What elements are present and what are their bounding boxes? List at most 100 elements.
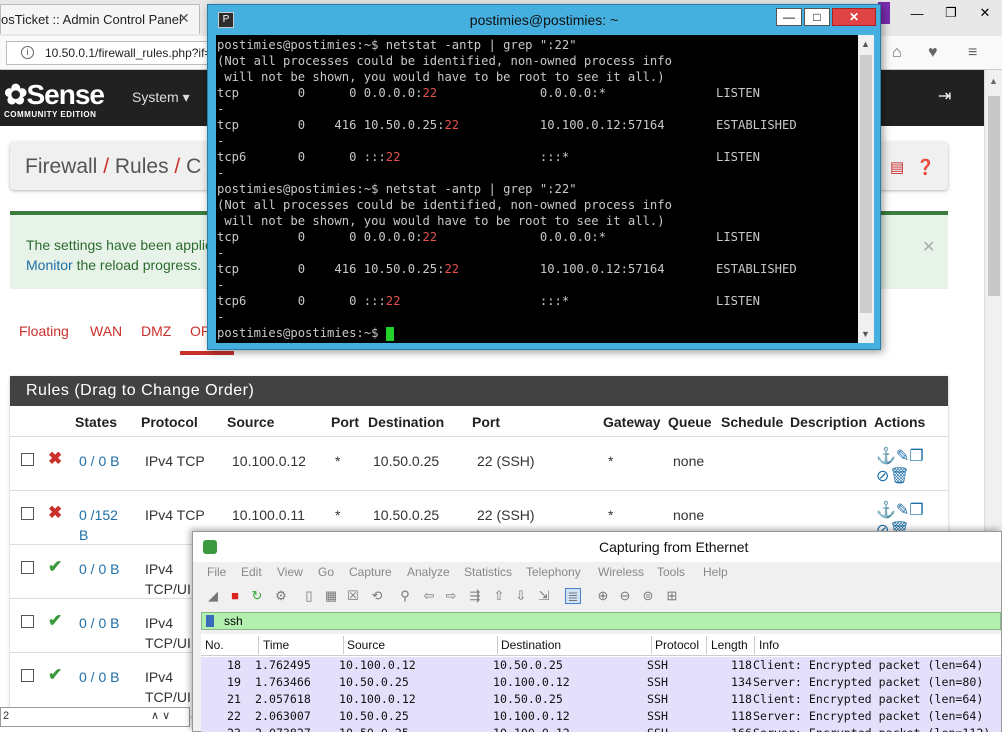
rule-states[interactable]: 0 / 0 B xyxy=(79,667,119,687)
url-bar[interactable]: i 10.50.0.1/firewall_rules.php?if= xyxy=(6,41,216,65)
col-no[interactable]: No. xyxy=(205,638,224,652)
rule-states[interactable]: 0 / 0 B xyxy=(79,559,119,579)
restore-icon[interactable]: ❐ xyxy=(934,2,968,24)
pass-icon[interactable]: ✔ xyxy=(48,611,62,631)
filter-bookmark-icon[interactable] xyxy=(206,615,214,627)
wireshark-titlebar[interactable]: Capturing from Ethernet xyxy=(193,532,1001,562)
rule-checkbox[interactable] xyxy=(21,507,34,520)
go-to-packet-icon[interactable]: ⇶ xyxy=(467,588,483,604)
disable-icon[interactable]: ⊘ xyxy=(876,468,889,485)
packet-row[interactable]: 21 2.057618 10.100.0.12 10.50.0.25 SSH 118 Cli… xyxy=(201,691,1001,708)
menu-statistics[interactable]: Statistics xyxy=(464,565,512,579)
tab-dmz[interactable]: DMZ xyxy=(141,323,171,339)
anchor-icon[interactable]: ⚓ xyxy=(876,502,896,519)
terminal-minimize-icon[interactable]: — xyxy=(776,8,802,26)
hamburger-menu-icon[interactable]: ≡ xyxy=(968,44,977,62)
menu-telephony[interactable]: Telephony xyxy=(526,565,581,579)
start-capture-icon[interactable]: ◢ xyxy=(205,588,221,604)
col-length[interactable]: Length xyxy=(711,638,748,652)
rule-states[interactable]: 0 / 0 B xyxy=(79,613,119,633)
zoom-normal-icon[interactable]: ⊜ xyxy=(640,588,656,604)
menu-capture[interactable]: Capture xyxy=(349,565,392,579)
anchor-icon[interactable]: ⚓ xyxy=(876,448,896,465)
wireshark-window[interactable]: Capturing from Ethernet File Edit View G… xyxy=(192,531,1002,732)
rule-checkbox[interactable] xyxy=(21,615,34,628)
terminal-scroll-thumb[interactable] xyxy=(860,55,872,313)
capture-options-icon[interactable]: ⚙ xyxy=(273,588,289,604)
go-forward-icon[interactable]: ⇨ xyxy=(443,588,459,604)
rule-states[interactable]: 0 / 0 B xyxy=(79,451,119,471)
go-back-icon[interactable]: ⇦ xyxy=(421,588,437,604)
breadcrumb-firewall[interactable]: Firewall xyxy=(25,155,97,178)
tab-wan[interactable]: WAN xyxy=(90,323,122,339)
home-icon[interactable]: ⌂ xyxy=(892,44,902,62)
block-icon[interactable]: ✖ xyxy=(48,449,62,469)
open-file-icon[interactable]: ▯ xyxy=(301,588,317,604)
edit-icon[interactable]: ✎ xyxy=(896,448,909,465)
copy-icon[interactable]: ❐ xyxy=(909,502,923,519)
terminal-titlebar[interactable]: P postimies@postimies: ~ — □ ✕ xyxy=(208,5,880,35)
pfsense-logo[interactable]: ✿Sense xyxy=(4,78,105,111)
packet-row[interactable]: 18 1.762495 10.100.0.12 10.50.0.25 SSH 118 Cli… xyxy=(201,657,1001,674)
first-packet-icon[interactable]: ⇧ xyxy=(491,588,507,604)
rule-row[interactable]: ✖ 0 / 0 B IPv4 TCP 10.100.0.12 * 10.50.0… xyxy=(10,436,948,490)
find-bar-input[interactable]: 2 ∧ ∨ xyxy=(0,707,190,727)
col-info[interactable]: Info xyxy=(759,638,779,652)
help-icon[interactable]: ❓ xyxy=(916,159,935,176)
menu-go[interactable]: Go xyxy=(318,565,334,579)
terminal-maximize-icon[interactable]: □ xyxy=(804,8,830,26)
menu-tools[interactable]: Tools xyxy=(657,565,685,579)
zoom-in-icon[interactable]: ⊕ xyxy=(595,588,611,604)
find-bar-arrows[interactable]: ∧ ∨ xyxy=(151,709,170,722)
tab-close-icon[interactable]: ✕ xyxy=(178,10,190,27)
stop-capture-icon[interactable]: ■ xyxy=(227,588,243,604)
terminal-window[interactable]: P postimies@postimies: ~ — □ ✕ postimies… xyxy=(207,4,881,350)
menu-wireless[interactable]: Wireless xyxy=(598,565,644,579)
packet-row[interactable]: 23 2.073827 10.50.0.25 10.100.0.12 SSH 166Ser… xyxy=(201,725,1001,732)
resize-columns-icon[interactable]: ⊞ xyxy=(664,588,680,604)
alert-close-icon[interactable]: ✕ xyxy=(922,237,935,257)
breadcrumb-rules[interactable]: Rules xyxy=(115,155,169,178)
scroll-thumb[interactable] xyxy=(988,96,1000,296)
zoom-out-icon[interactable]: ⊖ xyxy=(617,588,633,604)
copy-icon[interactable]: ❐ xyxy=(909,448,923,465)
reload-file-icon[interactable]: ⟲ xyxy=(369,588,385,604)
menu-file[interactable]: File xyxy=(207,565,226,579)
menu-system[interactable]: System ▾ xyxy=(132,89,190,106)
pass-icon[interactable]: ✔ xyxy=(48,665,62,685)
close-file-icon[interactable]: ☒ xyxy=(345,588,361,604)
col-source[interactable]: Source xyxy=(347,638,385,652)
menu-analyze[interactable]: Analyze xyxy=(407,565,450,579)
tab-floating[interactable]: Floating xyxy=(19,323,69,339)
col-time[interactable]: Time xyxy=(263,638,289,652)
rule-checkbox[interactable] xyxy=(21,669,34,682)
close-icon[interactable]: ✕ xyxy=(968,2,1002,24)
block-icon[interactable]: ✖ xyxy=(48,503,62,523)
terminal-scrollbar[interactable]: ▲ ▼ xyxy=(858,35,874,343)
pocket-icon[interactable]: ♥ xyxy=(928,44,938,62)
rule-checkbox[interactable] xyxy=(21,561,34,574)
packet-row[interactable]: 19 1.763466 10.50.0.25 10.100.0.12 SSH 134 Ser… xyxy=(201,674,1001,691)
rule-states[interactable]: 0 /152 B xyxy=(79,505,118,545)
delete-icon[interactable]: 🗑 xyxy=(889,468,909,485)
terminal-scroll-down-icon[interactable]: ▼ xyxy=(861,329,870,339)
edit-icon[interactable]: ✎ xyxy=(896,502,909,519)
col-protocol[interactable]: Protocol xyxy=(655,638,699,652)
packet-list[interactable]: No. Time Source Destination Protocol Len… xyxy=(201,634,1001,732)
display-filter-input[interactable]: ssh xyxy=(201,612,1001,630)
col-destination[interactable]: Destination xyxy=(501,638,561,652)
menu-help[interactable]: Help xyxy=(703,565,728,579)
colorize-icon[interactable]: ≣ xyxy=(565,588,581,604)
rule-checkbox[interactable] xyxy=(21,453,34,466)
terminal-screen[interactable]: postimies@postimies:~$ netstat -antp | g… xyxy=(216,35,858,343)
menu-edit[interactable]: Edit xyxy=(241,565,262,579)
log-icon[interactable]: ▤ xyxy=(890,159,904,176)
last-packet-icon[interactable]: ⇩ xyxy=(513,588,529,604)
minimize-icon[interactable]: — xyxy=(900,2,934,24)
menu-view[interactable]: View xyxy=(277,565,303,579)
pass-icon[interactable]: ✔ xyxy=(48,557,62,577)
terminal-close-icon[interactable]: ✕ xyxy=(832,8,876,26)
logout-icon[interactable]: ⇥ xyxy=(938,86,951,106)
monitor-link[interactable]: Monitor xyxy=(26,257,73,273)
find-packet-icon[interactable]: ⚲ xyxy=(397,588,413,604)
